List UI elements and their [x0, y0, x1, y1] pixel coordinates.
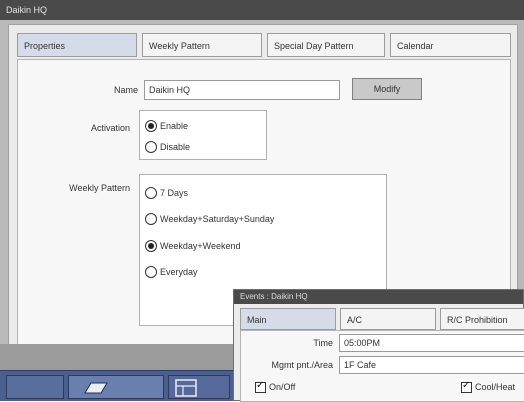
area-label: Mgmt pnt./Area [271, 360, 333, 370]
events-main-panel: Time 05:00PM Mgmt pnt./Area 1F Cafe On/O… [240, 330, 524, 402]
on-off-label: On/Off [269, 382, 296, 392]
name-label: Name [113, 85, 138, 95]
radio-disable[interactable]: Disable [145, 139, 190, 155]
grid-icon [175, 379, 197, 397]
radio-dot [145, 266, 157, 278]
radio-dot [145, 120, 157, 132]
on-off-checkbox[interactable]: On/Off [255, 379, 295, 395]
cool-heat-label: Cool/Heat [475, 382, 516, 392]
events-dialog: Events : Daikin HQ Main A/C R/C Prohibit… [233, 289, 524, 402]
tab-ac[interactable]: A/C [340, 308, 436, 330]
radio-everyday-label: Everyday [160, 267, 198, 277]
main-window: Daikin HQ Properties Weekly Pattern Spec… [0, 0, 524, 402]
time-field[interactable]: 05:00PM [339, 334, 524, 352]
activation-label: Activation [90, 123, 130, 133]
modify-button[interactable]: Modify [352, 78, 422, 100]
radio-enable[interactable]: Enable [145, 118, 188, 134]
tab-special-day-pattern[interactable]: Special Day Pattern [267, 33, 385, 57]
radio-7-days[interactable]: 7 Days [145, 185, 188, 201]
radio-dot [145, 187, 157, 199]
radio-dot [145, 213, 157, 225]
radio-weekday-weekend[interactable]: Weekday+Weekend [145, 238, 240, 254]
tab-properties[interactable]: Properties [17, 33, 137, 57]
weekly-pattern-label: Weekly Pattern [69, 183, 130, 193]
checkbox-box [255, 380, 266, 393]
activation-group: Enable Disable [139, 110, 267, 160]
name-field[interactable]: Daikin HQ [144, 80, 340, 100]
radio-disable-label: Disable [160, 142, 191, 152]
checkbox-box [461, 380, 472, 393]
taskbar-button[interactable] [6, 375, 64, 399]
radio-enable-label: Enable [160, 121, 189, 131]
radio-weekday-saturday-sunday[interactable]: Weekday+Saturday+Sunday [145, 211, 274, 227]
tab-weekly-pattern[interactable]: Weekly Pattern [142, 33, 262, 57]
events-dialog-title: Events : Daikin HQ [234, 290, 523, 304]
cool-heat-checkbox[interactable]: Cool/Heat [461, 379, 515, 395]
tab-rc-prohibition[interactable]: R/C Prohibition [440, 308, 524, 330]
area-field[interactable]: 1F Cafe [339, 356, 524, 374]
window-title: Daikin HQ [0, 0, 524, 20]
tab-main[interactable]: Main [240, 308, 336, 330]
time-label: Time [313, 338, 333, 348]
taskbar-button-grid[interactable] [168, 375, 230, 399]
radio-weekday-weekend-label: Weekday+Weekend [160, 241, 241, 251]
taskbar-button-dialog[interactable] [68, 375, 164, 399]
radio-7-days-label: 7 Days [160, 188, 189, 198]
radio-dot [145, 141, 157, 153]
radio-dot [145, 240, 157, 252]
radio-weekday-saturday-sunday-label: Weekday+Saturday+Sunday [160, 214, 275, 224]
radio-everyday[interactable]: Everyday [145, 264, 198, 280]
tab-calendar[interactable]: Calendar [390, 33, 511, 57]
dialog-icon [84, 382, 108, 394]
